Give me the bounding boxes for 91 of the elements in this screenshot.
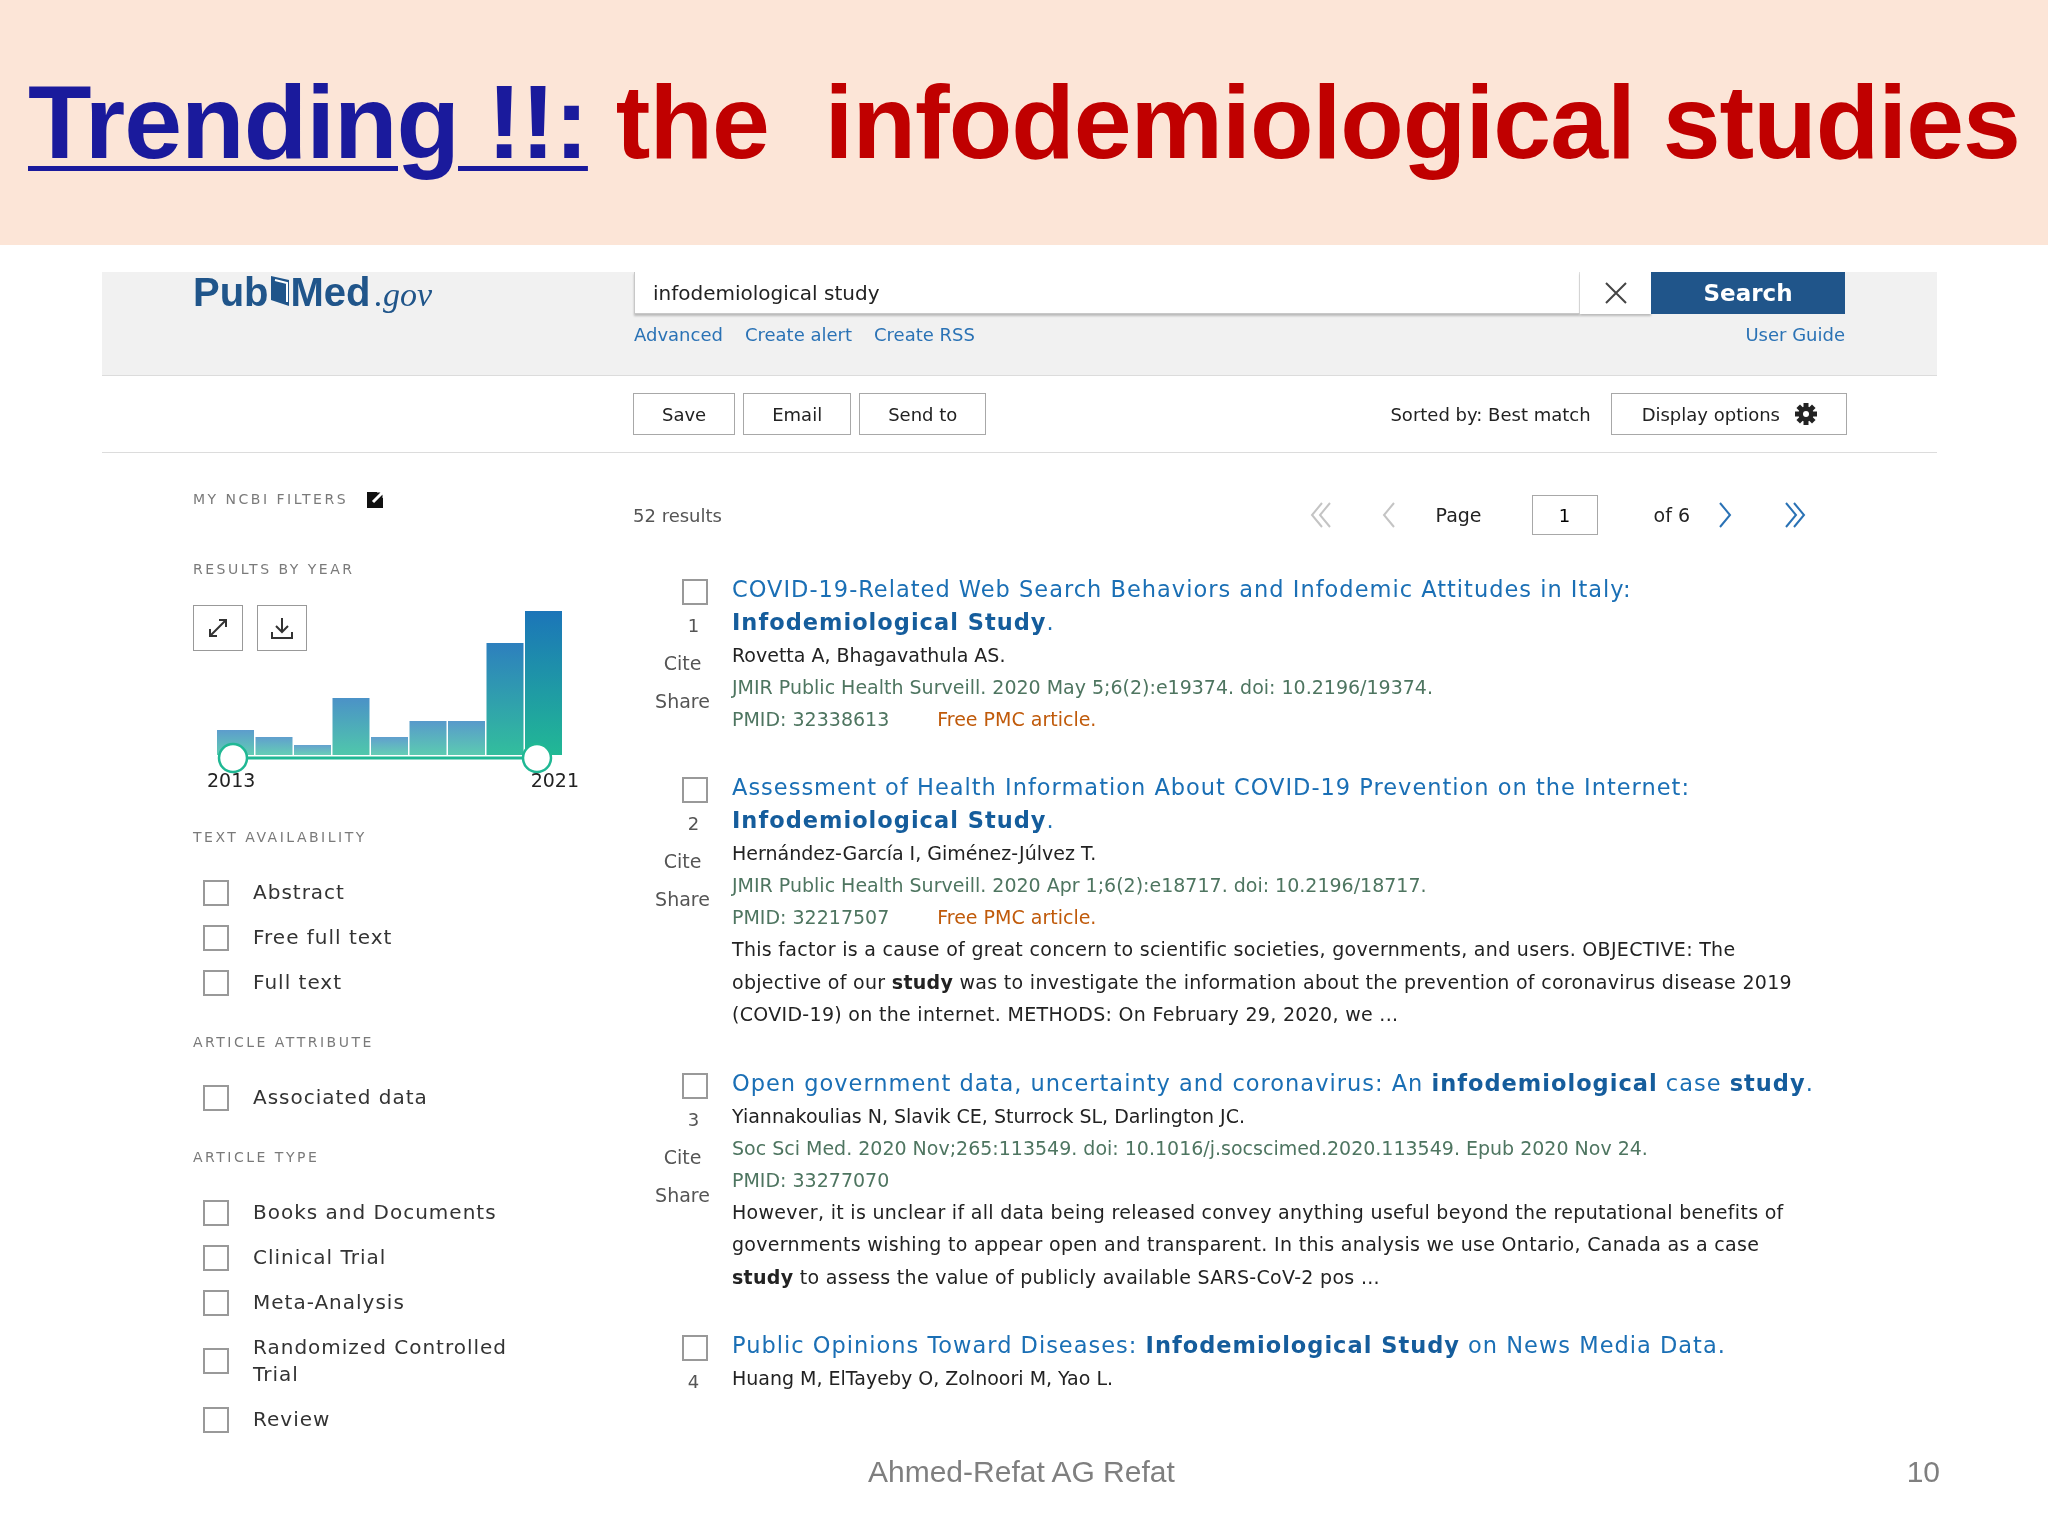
section-heading: RESULTS BY YEAR — [193, 561, 356, 577]
authors-text: Hernández-García I, Giménez-Júlvez T. — [732, 841, 1098, 866]
footer-author: Ahmed-Refat AG Refat — [868, 1455, 1175, 1489]
section-heading: MY NCBI FILTERS — [193, 491, 349, 507]
slider-thumb[interactable] — [217, 742, 249, 774]
citation-text: JMIR Public Health Surveill. 2020 May 5;6(2):e19374. doi: 10.2196/19374. — [732, 675, 1434, 700]
share-link[interactable]: Share — [655, 690, 710, 712]
expand-button[interactable] — [193, 605, 243, 651]
pmid-text: PMID: 32217507 — [732, 905, 890, 930]
display-options-button[interactable]: Display options — [1610, 393, 1847, 435]
authors-text: Yiannakoulias N, Slavik CE, Sturrock SL, Darlington JC. — [732, 1103, 1246, 1129]
snippet-text: However, it is unclear if all data being released convey anything useful beyond the reputational benefits of governments wishing to appear open and transparent. In this analysis we use Ontario, Canada as a case study to assess the value of publicly available SARS-CoV-2 pos ... — [732, 1199, 1785, 1290]
checkbox[interactable] — [203, 1406, 229, 1433]
last-page-icon[interactable] — [1782, 501, 1808, 529]
cite-link[interactable]: Cite — [663, 652, 702, 674]
clear-button[interactable] — [1580, 272, 1651, 314]
result-count: 52 results — [633, 504, 722, 526]
cite-link[interactable]: Cite — [663, 850, 702, 872]
checkbox[interactable] — [203, 1199, 229, 1226]
histogram-bar[interactable] — [525, 611, 562, 755]
slider-thumb[interactable] — [521, 742, 553, 774]
histogram-bar[interactable] — [332, 698, 370, 755]
checkbox[interactable] — [203, 1084, 229, 1111]
histogram-bar[interactable] — [409, 721, 447, 755]
filter-label[interactable]: Abstract — [253, 879, 553, 906]
filter-label[interactable]: Review — [253, 1406, 553, 1433]
checkbox[interactable] — [681, 579, 708, 605]
expand-icon — [207, 617, 229, 639]
filter-label[interactable]: Associated data — [253, 1084, 553, 1111]
cite-link[interactable]: Cite — [663, 1145, 702, 1168]
download-button[interactable] — [257, 605, 307, 651]
close-icon — [1603, 281, 1628, 305]
year-label: 2021 — [530, 769, 579, 791]
section-heading: ARTICLE ATTRIBUTE — [193, 1034, 375, 1050]
checkbox[interactable] — [681, 1072, 708, 1099]
page-label: Page — [1435, 504, 1482, 526]
result-title-link[interactable]: Public Opinions Toward Diseases: Infodemiological Study on News Media Data. — [732, 1329, 1832, 1362]
user-guide-link[interactable]: User Guide — [1745, 324, 1845, 345]
result-title-link[interactable]: Open government data, uncertainty and coronavirus: An infodemiological case study. — [732, 1066, 1832, 1100]
year-label: 2013 — [207, 769, 256, 791]
share-link[interactable]: Share — [655, 1183, 710, 1206]
snippet-text: This factor is a cause of great concern to scientific societies, governments, and users. OBJECTIVE: The objective of our study was to investigate the information about the prevention of coronavirus disease 2019 (COVID-19) on the internet. METHODS: On February 29, 2020, we ... — [732, 937, 1793, 1027]
page-total: of 6 — [1653, 504, 1690, 526]
result-number: 2 — [687, 813, 700, 834]
action-button[interactable]: Send to — [859, 393, 987, 435]
header-link[interactable]: Advanced — [634, 324, 723, 345]
filter-label[interactable]: Books and Documents — [253, 1199, 553, 1226]
action-button[interactable]: Email — [743, 393, 852, 435]
pmid-text: PMID: 32338613 — [732, 707, 890, 732]
header-link[interactable]: Create alert — [744, 324, 853, 345]
header-link[interactable]: Create RSS — [874, 324, 975, 345]
checkbox[interactable] — [203, 969, 229, 996]
download-icon — [270, 616, 294, 640]
result-number: 4 — [687, 1371, 700, 1392]
result-number: 1 — [687, 615, 700, 636]
authors-text: Rovetta A, Bhagavathula AS. — [732, 643, 1007, 668]
checkbox[interactable] — [203, 1348, 229, 1374]
action-button[interactable]: Save — [633, 393, 736, 435]
filter-label[interactable]: Full text — [253, 969, 553, 996]
slide-number: 10 — [1906, 1455, 1940, 1489]
checkbox[interactable] — [681, 1335, 708, 1361]
histogram-bar[interactable] — [486, 643, 524, 755]
checkbox[interactable] — [203, 879, 229, 906]
free-article-label: Free PMC article. — [937, 905, 1097, 930]
free-article-label: Free PMC article. — [937, 707, 1097, 732]
search-field[interactable]: infodemiological study — [634, 272, 1580, 314]
checkbox[interactable] — [203, 924, 229, 951]
checkbox[interactable] — [681, 777, 708, 803]
checkbox[interactable] — [203, 1289, 229, 1316]
filter-label[interactable]: Meta-Analysis — [253, 1289, 553, 1316]
result-number: 3 — [687, 1108, 700, 1130]
result-title-link[interactable]: Assessment of Health Information About COVID-19 Prevention on the Internet: Infodemiological Study. — [732, 771, 1832, 837]
sort-label: Sorted by: Best match — [1390, 403, 1591, 425]
citation-text: JMIR Public Health Surveill. 2020 Apr 1;6(2):e18717. doi: 10.2196/18717. — [732, 873, 1428, 898]
authors-text: Huang M, ElTayeby O, Zolnoori M, Yao L. — [732, 1366, 1115, 1391]
pmid-text: PMID: 33277070 — [732, 1167, 890, 1193]
settings-icon — [1794, 402, 1818, 426]
filter-label[interactable]: Free full text — [253, 924, 553, 951]
section-heading: TEXT AVAILABILITY — [193, 829, 368, 845]
filter-label[interactable]: Clinical Trial — [253, 1244, 553, 1271]
share-link[interactable]: Share — [655, 888, 710, 910]
year-range-slider[interactable] — [217, 742, 553, 774]
search-button[interactable]: Search — [1651, 272, 1845, 314]
filter-label[interactable]: Randomized Controlled Trial — [253, 1334, 553, 1388]
section-heading: ARTICLE TYPE — [193, 1149, 321, 1165]
citation-text: Soc Sci Med. 2020 Nov;265:113549. doi: 10.1016/j.socscimed.2020.113549. Epub 2020 Nov 24. — [732, 1135, 1649, 1161]
result-title-link[interactable]: COVID-19-Related Web Search Behaviors and Infodemic Attitudes in Italy: Infodemiological Study. — [732, 573, 1832, 639]
checkbox[interactable] — [203, 1244, 229, 1271]
pubmed-logo[interactable]: Pub Med.gov — [102, 272, 634, 322]
slide-title: Trending !!: the infodemiological studies — [28, 63, 2020, 182]
page-field[interactable]: 1 — [1531, 495, 1598, 535]
